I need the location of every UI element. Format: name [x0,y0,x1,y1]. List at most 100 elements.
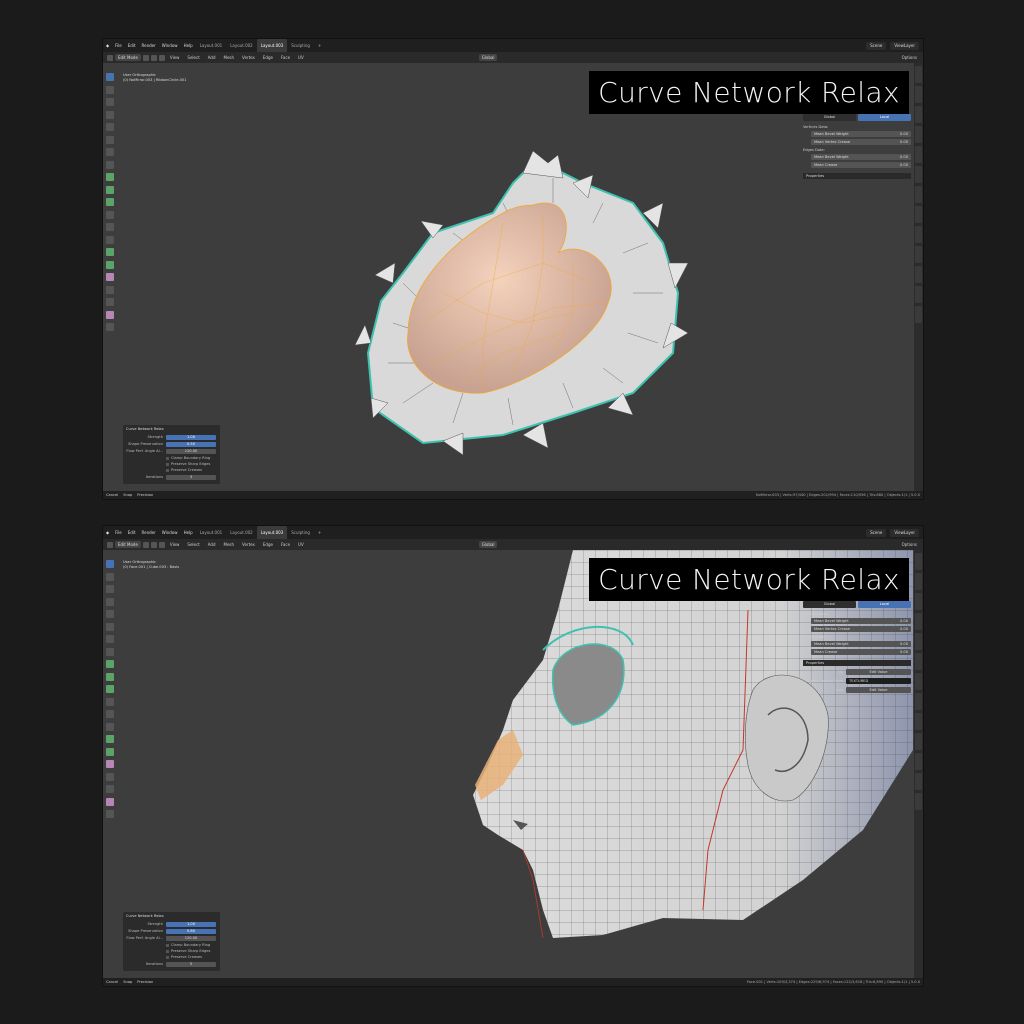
header-menu-view[interactable]: View [167,52,183,63]
workspace-tab[interactable]: Sculpting [287,39,314,52]
menu-render[interactable]: Render [139,39,159,52]
sidebar-tab[interactable] [915,653,922,670]
view-layer-selector[interactable]: ViewLayer [890,41,919,50]
sidebar-tab[interactable] [915,673,922,690]
iterations-field[interactable]: Iterations 3 [123,474,220,480]
sidebar-tab[interactable] [915,573,922,590]
redo-panel-title[interactable]: Curve Network Relax [123,425,220,433]
edit-value-button[interactable]: Edit Value [846,668,911,675]
mean-bevel-weight-field[interactable]: Mean Bevel Weight 0.00 [811,131,911,137]
scene-selector[interactable]: Scene [866,528,887,537]
add-workspace-button[interactable]: + [314,526,325,539]
add-cube-tool-icon[interactable] [106,173,114,181]
strength-field[interactable]: Strength 1.00 [123,434,220,440]
workspace-tab-active[interactable]: Layout.003 [256,526,288,539]
options-menu[interactable]: Options [902,539,923,550]
redo-panel-title[interactable]: Curve Network Relax [123,912,220,920]
menu-edit[interactable]: Edit [125,39,139,52]
menu-help[interactable]: Help [181,39,196,52]
transform-orientation[interactable]: Global [478,541,498,548]
iterations-field[interactable]: Iterations 5 [123,961,220,967]
spin-tool-icon[interactable] [106,260,114,269]
extrude-tool-icon[interactable] [106,185,114,194]
annotate-tool-icon[interactable] [106,635,114,643]
rip-tool-icon[interactable] [106,810,114,818]
bevel-tool-icon[interactable] [106,210,114,219]
sidebar-tab[interactable] [915,186,922,203]
sidebar-tab[interactable] [915,66,922,83]
edge-bevel-weight-field[interactable]: Mean Bevel Weight 0.00 [811,154,911,160]
sidebar-tab[interactable] [915,733,922,750]
cursor-tool-icon[interactable] [106,572,114,581]
smooth-tool-icon[interactable] [106,760,114,768]
transform-tool-icon[interactable] [106,622,114,631]
shrink-tool-icon[interactable] [106,298,114,306]
sidebar-tab[interactable] [915,206,922,223]
sidebar-tab[interactable] [915,633,922,650]
loop-cut-tool-icon[interactable] [106,223,114,231]
header-menu-view[interactable]: View [167,539,183,550]
measure-tool-icon[interactable] [106,647,114,656]
menu-file[interactable]: File [112,526,125,539]
sidebar-tab[interactable] [915,693,922,710]
select-box-tool-icon[interactable] [106,73,114,81]
viewport-heart-mesh[interactable] [103,63,913,491]
edge-crease-field[interactable]: Mean Crease 0.00 [811,162,911,168]
knife-tool-icon[interactable] [106,235,114,244]
header-menu-mesh[interactable]: Mesh [221,539,238,550]
header-menu-select[interactable]: Select [184,539,202,550]
sidebar-tab[interactable] [915,166,922,183]
sidebar-tab[interactable] [915,306,922,323]
header-menu-add[interactable]: Add [205,52,219,63]
menu-file[interactable]: File [112,39,125,52]
vertex-select-icon[interactable] [142,541,149,548]
annotate-tool-icon[interactable] [106,148,114,156]
edit-value-button[interactable]: Edit Value [846,686,911,693]
loop-cut-tool-icon[interactable] [106,710,114,718]
workspace-tab[interactable]: Sculpting [287,526,314,539]
poly-build-tool-icon[interactable] [106,248,114,256]
header-menu-edge[interactable]: Edge [260,52,276,63]
edge-slide-tool-icon[interactable] [106,285,114,294]
transform-tool-icon[interactable] [106,135,114,144]
shrink-tool-icon[interactable] [106,785,114,793]
menu-help[interactable]: Help [181,526,196,539]
mean-vertex-crease-field[interactable]: Mean Vertex Crease 0.00 [811,626,911,632]
measure-tool-icon[interactable] [106,160,114,169]
scale-tool-icon[interactable] [106,610,114,618]
viewport-head-mesh[interactable] [103,550,913,978]
sidebar-tab[interactable] [915,266,922,283]
sidebar-tab[interactable] [915,753,922,770]
face-select-icon[interactable] [158,54,165,61]
view-layer-selector[interactable]: ViewLayer [890,528,919,537]
workspace-tab-active[interactable]: Layout.003 [256,39,288,52]
sidebar-tab[interactable] [915,126,922,143]
header-menu-vertex[interactable]: Vertex [239,539,258,550]
knife-tool-icon[interactable] [106,722,114,731]
preserve-creases-checkbox[interactable]: Preserve Creases [123,954,220,960]
cursor-tool-icon[interactable] [106,85,114,94]
header-menu-uv[interactable]: UV [295,539,307,550]
move-tool-icon[interactable] [106,585,114,593]
sidebar-tab[interactable] [915,793,922,810]
header-menu-uv[interactable]: UV [295,52,307,63]
sidebar-tab[interactable] [915,286,922,303]
header-menu-mesh[interactable]: Mesh [221,52,238,63]
workspace-tab[interactable]: Layout.002 [226,39,257,52]
sidebar-tab[interactable] [915,86,922,103]
inset-tool-icon[interactable] [106,198,114,206]
flow-angle-field[interactable]: Flow Perf. Angle Al... 120.00 [123,935,220,941]
add-cube-tool-icon[interactable] [106,660,114,668]
sidebar-tab[interactable] [915,593,922,610]
menu-window[interactable]: Window [159,526,181,539]
editor-type-icon[interactable] [107,541,113,548]
header-menu-face[interactable]: Face [278,52,293,63]
sidebar-tab[interactable] [915,246,922,263]
preserve-creases-checkbox[interactable]: Preserve Creases [123,467,220,473]
menu-edit[interactable]: Edit [125,526,139,539]
poly-build-tool-icon[interactable] [106,735,114,743]
options-menu[interactable]: Options [902,52,923,63]
spin-tool-icon[interactable] [106,747,114,756]
face-select-icon[interactable] [158,541,165,548]
workspace-tab[interactable]: Layout.002 [226,526,257,539]
